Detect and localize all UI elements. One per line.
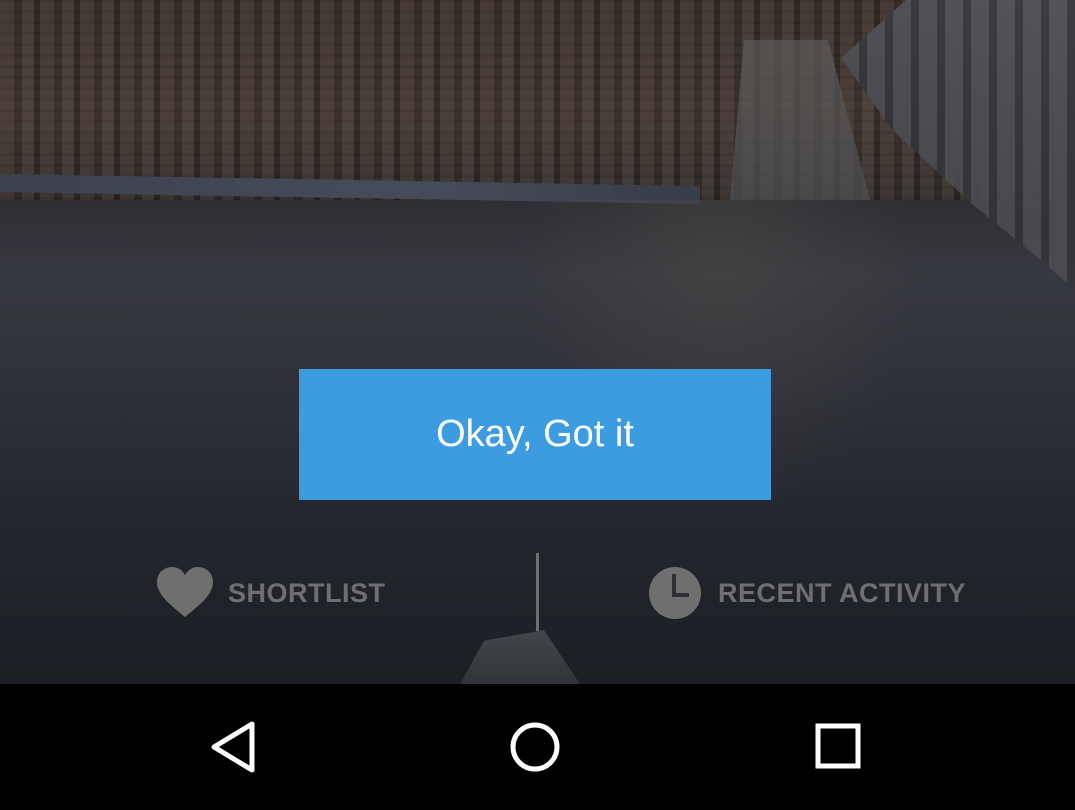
tab-shortlist-label: SHORTLIST	[228, 577, 386, 608]
system-navbar	[0, 684, 1075, 810]
recents-square-icon[interactable]	[804, 712, 874, 782]
tab-recent-activity[interactable]: RECENT ACTIVITY	[646, 548, 966, 638]
heart-icon	[156, 564, 214, 622]
tab-shortlist[interactable]: SHORTLIST	[156, 548, 386, 638]
home-circle-icon[interactable]	[500, 712, 570, 782]
tab-divider	[536, 553, 539, 631]
back-triangle-icon[interactable]	[198, 712, 268, 782]
okay-got-it-button[interactable]: Okay, Got it	[299, 369, 771, 500]
screen: Okay, Got it SHORTLIST RECENT ACTIVITY	[0, 0, 1075, 810]
clock-icon	[646, 564, 704, 622]
tab-recent-activity-label: RECENT ACTIVITY	[718, 577, 967, 608]
